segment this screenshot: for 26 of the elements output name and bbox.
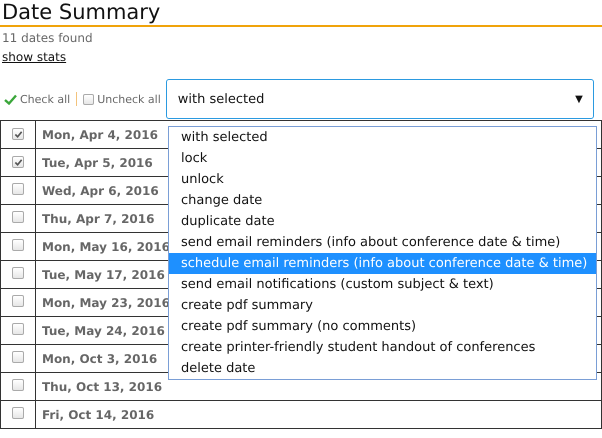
menu-option[interactable]: with selected bbox=[169, 127, 596, 148]
menu-option[interactable]: duplicate date bbox=[169, 211, 596, 232]
results-count: 11 dates found bbox=[2, 30, 94, 46]
row-checkbox[interactable] bbox=[12, 183, 24, 195]
checkbox-icon bbox=[83, 94, 94, 104]
row-checkbox[interactable] bbox=[12, 211, 24, 223]
row-checkbox[interactable] bbox=[12, 323, 24, 335]
row-checkbox[interactable] bbox=[12, 407, 24, 419]
show-stats-link[interactable]: show stats bbox=[2, 49, 66, 65]
menu-option[interactable]: create pdf summary (no comments) bbox=[169, 316, 596, 337]
action-select[interactable]: with selected ▼ bbox=[166, 79, 594, 119]
row-checkbox[interactable] bbox=[12, 128, 24, 140]
check-all-link[interactable]: Check all bbox=[20, 92, 70, 106]
menu-option[interactable]: send email reminders (info about conference date & time) bbox=[169, 232, 596, 253]
row-checkbox[interactable] bbox=[12, 351, 24, 363]
row-checkbox[interactable] bbox=[12, 156, 24, 168]
row-checkbox[interactable] bbox=[12, 379, 24, 391]
menu-option[interactable]: lock bbox=[169, 148, 596, 169]
menu-option[interactable]: create pdf summary bbox=[169, 295, 596, 316]
row-checkbox[interactable] bbox=[12, 295, 24, 307]
checkmark-icon bbox=[4, 94, 17, 104]
page-title: Date Summary bbox=[2, 0, 162, 25]
row-checkbox[interactable] bbox=[12, 267, 24, 279]
date-cell: Fri, Oct 14, 2016 bbox=[36, 400, 602, 428]
row-checkbox[interactable] bbox=[12, 239, 24, 251]
uncheck-all-link[interactable]: Uncheck all bbox=[97, 92, 161, 106]
